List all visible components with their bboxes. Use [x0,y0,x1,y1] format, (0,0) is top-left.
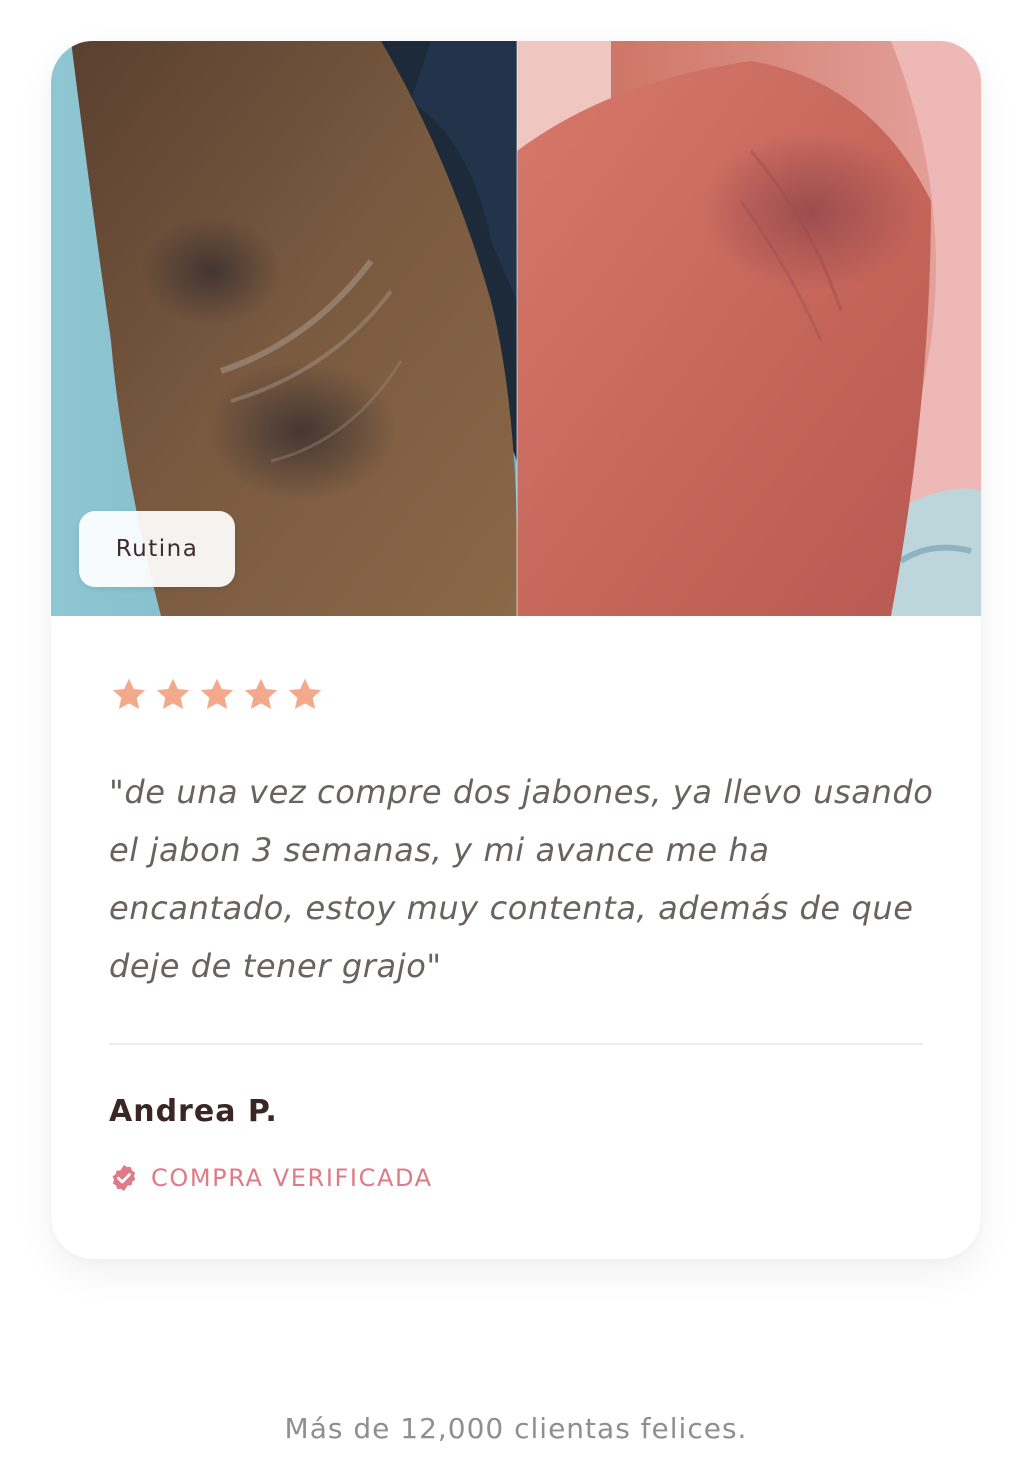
verified-badge-icon [109,1163,139,1193]
star-rating [109,675,325,715]
divider [109,1043,923,1045]
verified-purchase: COMPRA VERIFICADA [109,1161,433,1195]
star-icon [109,675,149,715]
verified-label: COMPRA VERIFICADA [151,1164,433,1192]
before-after-photo: Rutina [51,41,981,616]
reviewer-name: Andrea P. [109,1094,278,1129]
review-quote: "de una vez compre dos jabones, ya llevo… [109,773,934,985]
star-icon [241,675,281,715]
star-icon [197,675,237,715]
star-icon [285,675,325,715]
star-icon [153,675,193,715]
testimonial-card: Rutina "de una vez compre dos jabones, y… [51,41,981,1259]
footer-note: Más de 12,000 clientas felices. [284,1412,748,1445]
photo-tag: Rutina [79,511,235,587]
